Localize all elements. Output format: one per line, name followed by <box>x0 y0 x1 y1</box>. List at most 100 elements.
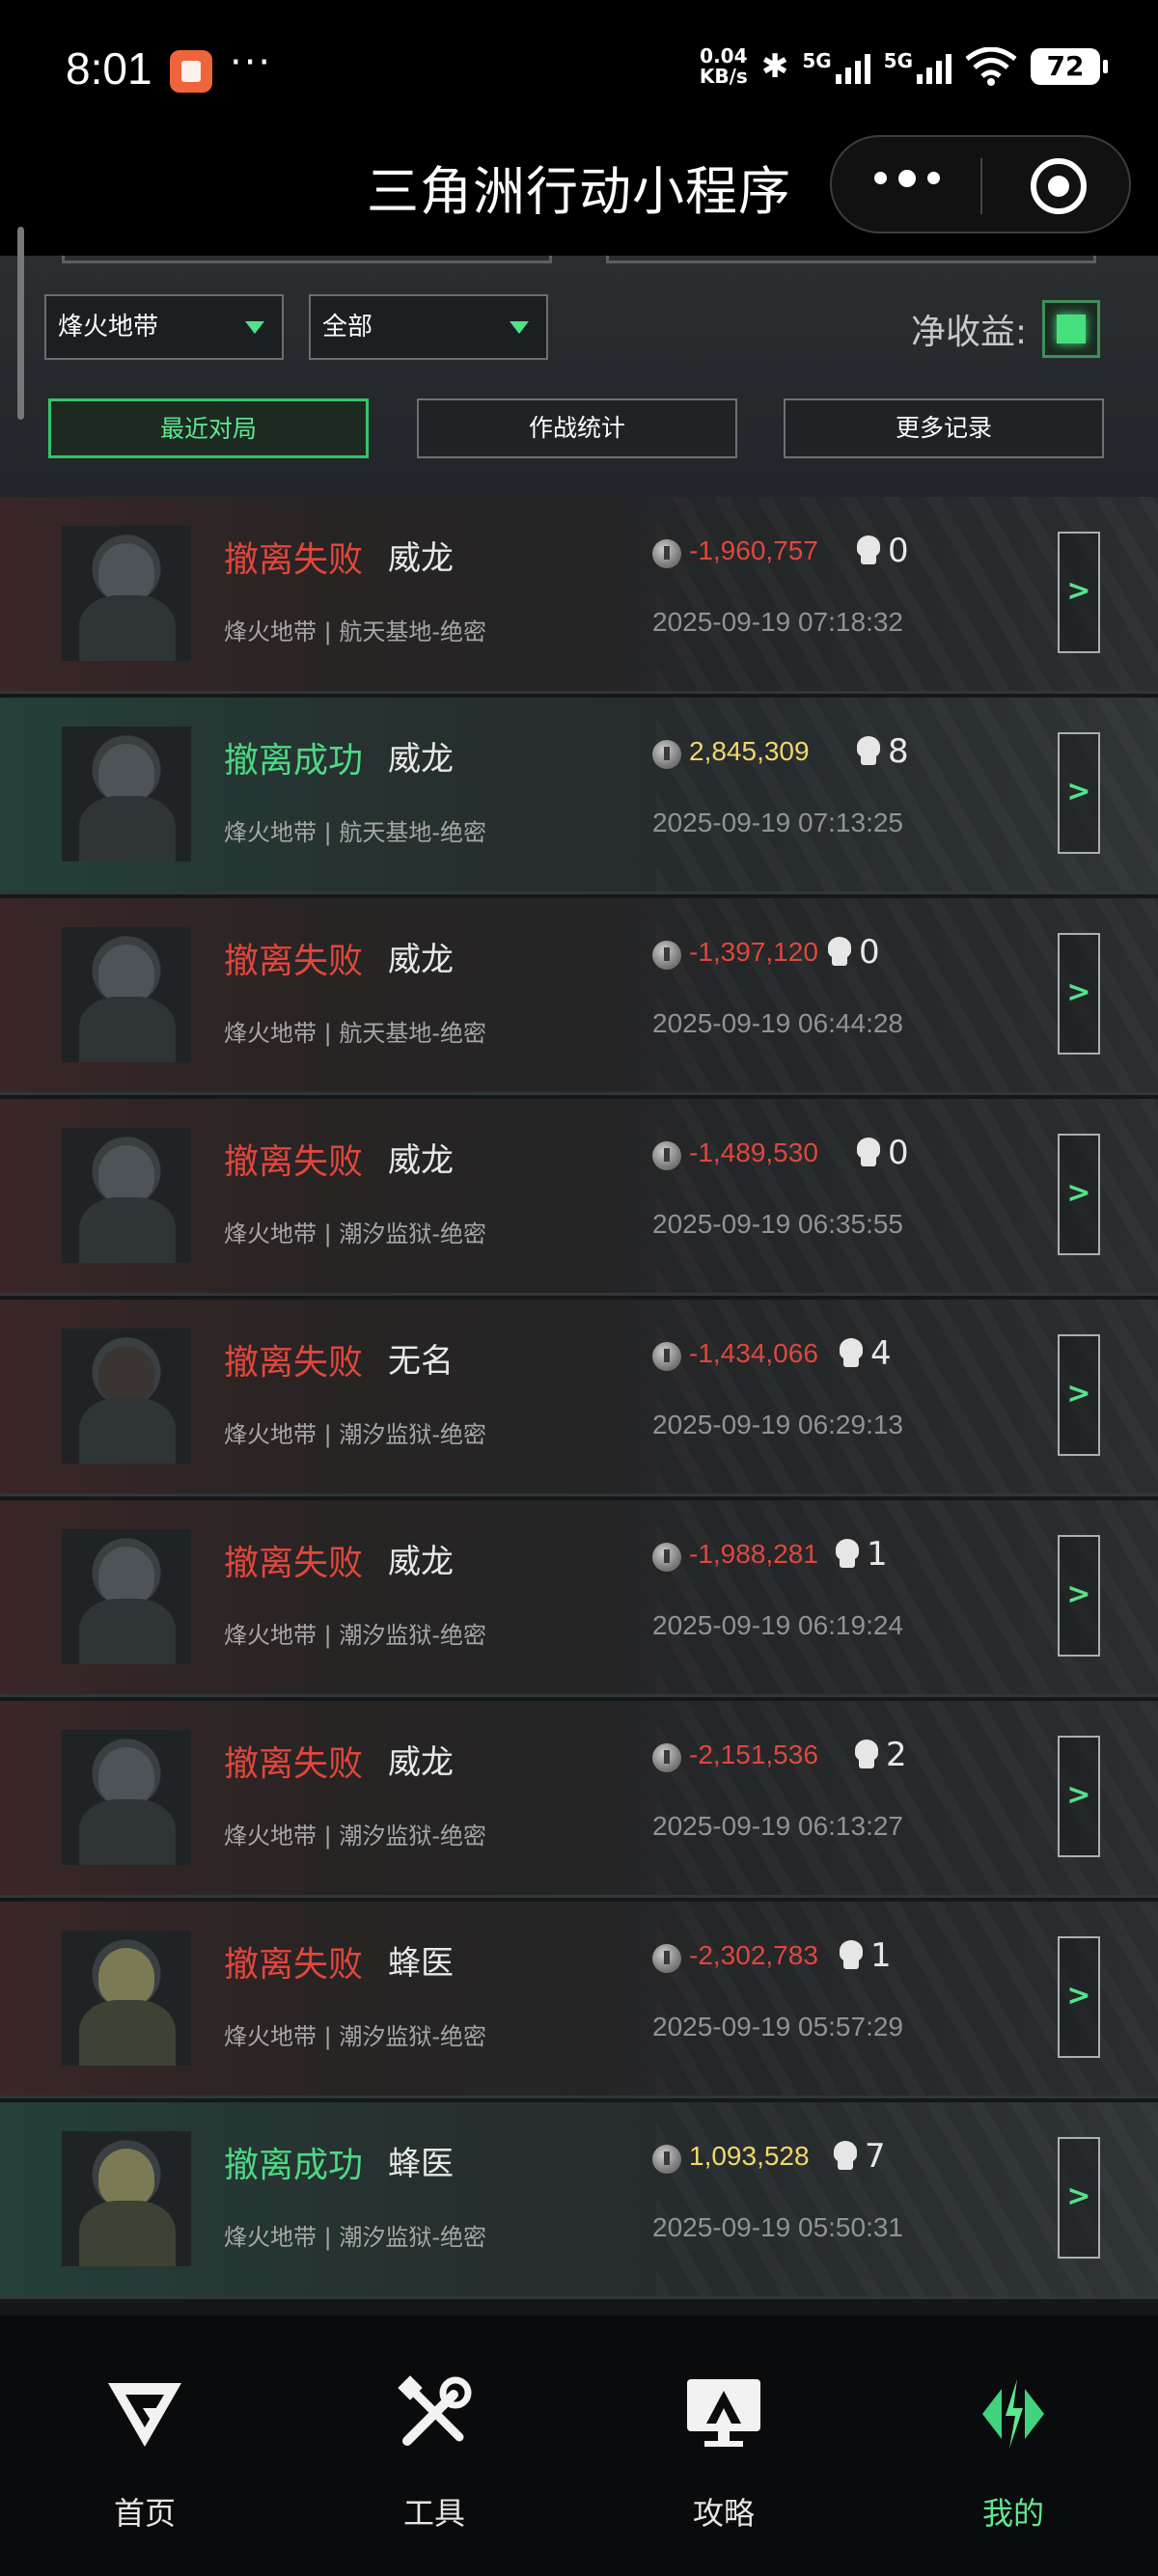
detail-arrow-button[interactable]: > <box>1058 732 1100 854</box>
operator-name: 蜂医 <box>388 1944 454 1983</box>
skull-icon <box>855 1137 882 1168</box>
net-income-checkbox[interactable] <box>1042 300 1100 358</box>
skull-icon <box>826 937 853 968</box>
net-income-value: -2,302,783 <box>689 1940 818 1970</box>
profile-icon <box>982 2379 1044 2449</box>
scope-select-value: 全部 <box>322 313 373 342</box>
match-time: 2025-09-19 06:19:24 <box>652 1610 903 1640</box>
map-info: 烽火地带 | 潮汐监狱-绝密 <box>224 1220 487 1247</box>
match-record-row[interactable]: 撤离成功 威龙 烽火地带 | 航天基地-绝密 2,845,309 8 2025-09-19… <box>0 698 1158 894</box>
detail-arrow-button[interactable]: > <box>1058 1936 1100 2058</box>
net-income-value: -1,397,120 <box>689 937 818 967</box>
nav-home-label: 首页 <box>113 2495 176 2532</box>
detail-arrow-button[interactable]: > <box>1058 933 1100 1055</box>
nav-profile[interactable]: 我的 <box>917 2373 1110 2534</box>
chevron-down-icon <box>510 321 529 334</box>
detail-arrow-button[interactable]: > <box>1058 2137 1100 2259</box>
operator-avatar <box>62 1128 191 1263</box>
kill-count: 0 <box>826 933 880 972</box>
skull-icon <box>838 1338 865 1369</box>
wifi-icon <box>965 47 1017 86</box>
currency-coin-icon <box>652 1141 681 1170</box>
skull-icon <box>855 535 882 566</box>
match-time: 2025-09-19 07:13:25 <box>652 808 903 837</box>
operator-avatar <box>62 1529 191 1664</box>
more-notifications-icon: ··· <box>230 41 273 85</box>
page-title: 三角洲行动小程序 <box>367 161 791 222</box>
operator-avatar <box>62 1931 191 2066</box>
operator-avatar <box>62 927 191 1062</box>
detail-arrow-button[interactable]: > <box>1058 1736 1100 1857</box>
operator-name: 威龙 <box>388 941 454 979</box>
signal-5g-2: 5G <box>884 49 951 84</box>
net-income-label: 净收益: <box>911 313 1028 352</box>
nav-guide-label: 攻略 <box>692 2495 755 2532</box>
kill-count: 0 <box>855 532 909 570</box>
match-time: 2025-09-19 05:57:29 <box>652 2012 903 2042</box>
match-record-row[interactable]: 撤离失败 威龙 烽火地带 | 潮汐监狱-绝密 -1,988,281 1 2025-09-1… <box>0 1500 1158 1697</box>
match-record-row[interactable]: 撤离失败 威龙 烽火地带 | 航天基地-绝密 -1,397,120 0 2025-09-1… <box>0 898 1158 1095</box>
match-record-row[interactable]: 撤离失败 威龙 烽火地带 | 潮汐监狱-绝密 -2,151,536 2 2025-09-1… <box>0 1701 1158 1898</box>
currency-coin-icon <box>652 740 681 769</box>
kill-count-value: 8 <box>888 732 909 771</box>
status-time: 8:01 <box>66 43 152 94</box>
skull-icon <box>855 736 882 767</box>
net-income-value: -1,960,757 <box>689 535 818 565</box>
match-record-row[interactable]: 撤离失败 蜂医烽火地带 | 潮汐监狱-绝密 -2,302,783 1 2025-09-1… <box>0 1902 1158 2098</box>
match-record-row[interactable]: 撤离成功 蜂医 烽火地带 | 潮汐监狱-绝密 1,093,528 7 2025-09-19… <box>0 2102 1158 2299</box>
net-income-value: -1,434,066 <box>689 1338 818 1368</box>
scroll-indicator <box>17 227 24 420</box>
bottom-navigation: 首页 工具 攻略 我的 <box>0 2316 1158 2576</box>
extraction-status: 撤离失败 <box>224 540 364 580</box>
kill-count-value: 1 <box>870 1936 892 1975</box>
extraction-status: 撤离成功 <box>224 741 364 781</box>
detail-arrow-button[interactable]: > <box>1058 1535 1100 1657</box>
detail-arrow-button[interactable]: > <box>1058 1334 1100 1456</box>
nav-home[interactable]: 首页 <box>48 2373 241 2534</box>
scope-select[interactable]: 全部 <box>309 294 548 360</box>
capsule-menu <box>830 135 1131 233</box>
map-info: 烽火地带 | 潮汐监狱-绝密 <box>224 2023 487 2050</box>
kill-count: 1 <box>834 1535 888 1574</box>
close-target-icon[interactable] <box>1031 158 1087 214</box>
tab-recent-matches[interactable]: 最近对局 <box>48 398 369 458</box>
bluetooth-icon: ✱ <box>760 47 789 86</box>
operator-name: 无名 <box>388 1342 454 1381</box>
extraction-status: 撤离失败 <box>224 1142 364 1182</box>
mode-select[interactable]: 烽火地带 <box>44 294 284 360</box>
match-time: 2025-09-19 06:35:55 <box>652 1209 903 1239</box>
extraction-status: 撤离成功 <box>224 2146 364 2185</box>
detail-arrow-button[interactable]: > <box>1058 532 1100 653</box>
match-time: 2025-09-19 06:44:28 <box>652 1008 903 1038</box>
network-speed: 0.04 KB/s <box>700 46 748 87</box>
operator-avatar <box>62 526 191 661</box>
mini-program-header: 三角洲行动小程序 <box>0 135 1158 256</box>
match-record-row[interactable]: 撤离失败 威龙 烽火地带 | 潮汐监狱-绝密 -1,489,530 0 2025-09-1… <box>0 1099 1158 1296</box>
filter-panel: 烽火地带 全部 净收益: 最近对局 作战统计 更多记录 <box>0 256 1158 497</box>
nav-profile-label: 我的 <box>981 2495 1044 2532</box>
match-record-row[interactable]: 撤离失败 无名 烽火地带 | 潮汐监狱-绝密 -1,434,066 4 2025-09-1… <box>0 1300 1158 1496</box>
map-info: 烽火地带 | 潮汐监狱-绝密 <box>224 1622 487 1649</box>
home-icon <box>108 2383 181 2447</box>
kill-count-value: 7 <box>865 2137 886 2176</box>
match-time: 2025-09-19 06:29:13 <box>652 1410 903 1439</box>
network-speed-value: 0.04 <box>700 44 748 68</box>
more-options-button[interactable] <box>874 170 940 187</box>
operator-avatar <box>62 1730 191 1865</box>
tab-combat-stats[interactable]: 作战统计 <box>417 398 737 458</box>
nav-tools[interactable]: 工具 <box>338 2373 531 2534</box>
net-income-value: -1,988,281 <box>689 1539 818 1569</box>
skull-icon <box>834 1539 861 1570</box>
extraction-status: 撤离失败 <box>224 1945 364 1985</box>
match-record-row[interactable]: 撤离失败 威龙 烽火地带 | 航天基地-绝密 -1,960,757 0 2025-09-1… <box>0 497 1158 694</box>
kill-count: 1 <box>838 1936 892 1975</box>
detail-arrow-button[interactable]: > <box>1058 1134 1100 1255</box>
net-income-value: 2,845,309 <box>689 736 810 766</box>
kill-count: 8 <box>855 732 909 771</box>
kill-count: 7 <box>832 2137 886 2176</box>
skull-icon <box>832 2141 859 2172</box>
tools-icon <box>398 2375 472 2446</box>
operator-avatar <box>62 1329 191 1464</box>
nav-guide[interactable]: 攻略 <box>627 2373 820 2534</box>
tab-more-records[interactable]: 更多记录 <box>784 398 1104 458</box>
